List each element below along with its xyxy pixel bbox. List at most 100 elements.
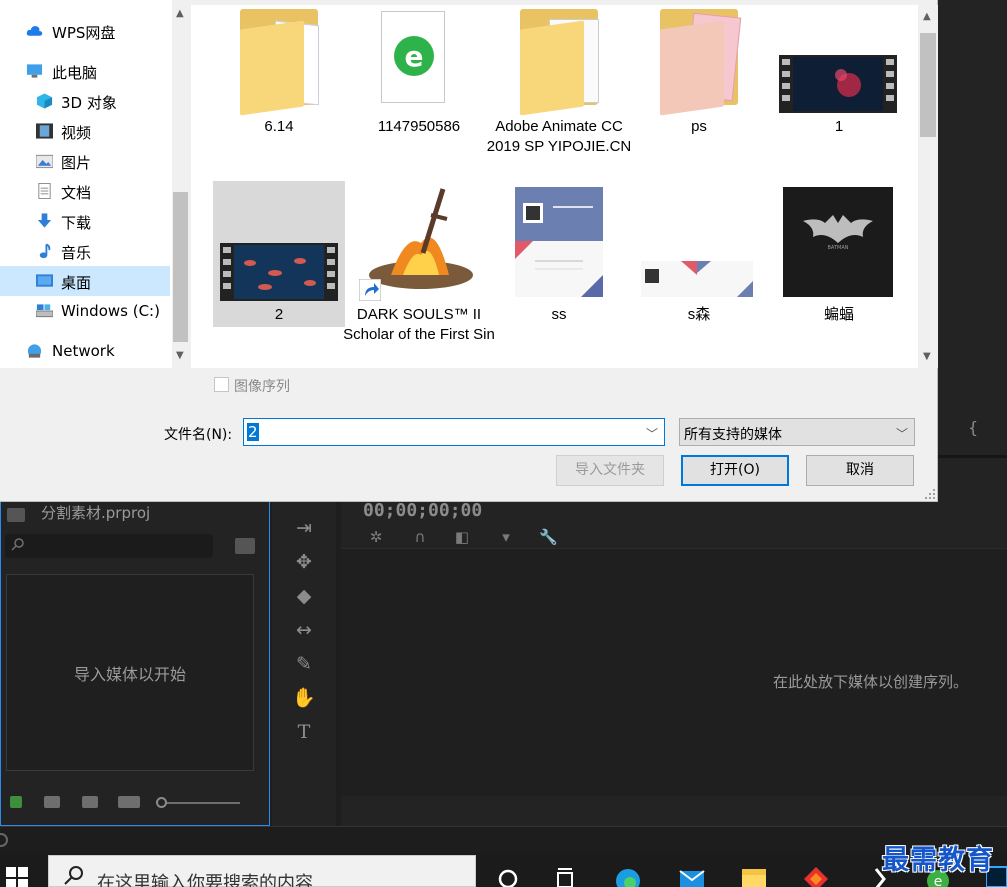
nav-item-3d-objects[interactable]: 3D 对象: [0, 86, 170, 116]
filename-input[interactable]: 2 ﹀: [243, 418, 665, 446]
timeline-drop-area[interactable]: 在此处放下媒体以创建序列。: [341, 548, 1007, 796]
nav-label: 此电脑: [52, 64, 98, 82]
cancel-button[interactable]: 取消: [806, 455, 914, 486]
type-tool-icon[interactable]: T: [292, 720, 316, 744]
file-tile-ps[interactable]: ps: [633, 5, 765, 135]
file-name: Adobe Animate CC 2019 SP YIPOJIE.CN: [486, 118, 632, 155]
file-name: 6.14: [264, 118, 294, 135]
desktop-icon: [36, 274, 53, 287]
resize-grip-icon[interactable]: [924, 488, 936, 500]
file-tile-6-14[interactable]: 6.14: [213, 5, 345, 135]
filetype-select[interactable]: 所有支持的媒体 ﹀: [679, 418, 915, 446]
task-view-icon[interactable]: [552, 863, 580, 887]
scroll-up-icon[interactable]: ▲: [923, 11, 931, 22]
file-tile-1[interactable]: 1: [773, 5, 905, 135]
office-app-icon[interactable]: [802, 863, 830, 887]
marker-icon[interactable]: ▾: [497, 528, 515, 546]
edge-icon[interactable]: [614, 863, 642, 887]
nav-item-music[interactable]: 音乐: [0, 236, 170, 266]
chevron-down-icon[interactable]: ﹀: [646, 425, 658, 442]
nav-label: Windows (C:): [61, 302, 160, 320]
pen-icon[interactable]: ✎: [292, 652, 316, 676]
taskbar-search-placeholder: 在这里输入你要搜索的内容: [97, 873, 313, 887]
file-tile-bat[interactable]: BATMAN 蝙蝠: [773, 181, 905, 327]
zoom-slider-track[interactable]: [156, 802, 240, 804]
timeline-panel[interactable]: 00;00;00;00 ✲ ∩ ◧ ▾ 🔧 在此处放下媒体以创建序列。: [341, 458, 1007, 826]
cortana-icon[interactable]: [494, 863, 522, 887]
file-tile-ss[interactable]: ss: [493, 181, 625, 327]
new-bin-icon[interactable]: [235, 538, 255, 554]
project-bottom-bar: [6, 794, 266, 812]
nav-item-downloads[interactable]: 下载: [0, 206, 170, 236]
nav-item-videos[interactable]: 视频: [0, 116, 170, 146]
filetype-value: 所有支持的媒体: [684, 427, 782, 443]
image-sequence-label: 图像序列: [234, 379, 290, 395]
mail-icon[interactable]: [678, 863, 706, 887]
cloud-icon: [26, 26, 43, 36]
nav-label: 音乐: [61, 244, 92, 262]
nav-label: 图片: [61, 154, 92, 172]
list-view-icon[interactable]: [44, 796, 60, 808]
scroll-down-icon[interactable]: ▼: [923, 351, 931, 362]
download-icon: [37, 213, 52, 228]
linked-selection-icon[interactable]: ◧: [453, 528, 471, 546]
file-tile-1147950586[interactable]: e 1147950586: [353, 5, 485, 135]
image-thumbnail-icon: [641, 261, 753, 297]
freeform-view-icon[interactable]: [118, 796, 140, 808]
scroll-down-icon[interactable]: ▼: [176, 350, 184, 361]
import-folder-button[interactable]: 导入文件夹: [556, 455, 664, 486]
project-search-input[interactable]: [5, 534, 213, 558]
image-sequence-checkbox[interactable]: [214, 377, 229, 392]
timecode[interactable]: 00;00;00;00: [363, 500, 482, 521]
nav-item-drive-c[interactable]: Windows (C:): [0, 296, 170, 326]
file-explorer-icon[interactable]: [740, 863, 768, 887]
nav-item-pictures[interactable]: 图片: [0, 146, 170, 176]
nav-item-documents[interactable]: 文档: [0, 176, 170, 206]
zoom-slider-knob[interactable]: [156, 797, 167, 808]
nav-item-wps-cloud[interactable]: WPS网盘: [0, 16, 170, 46]
nav-scroll-thumb[interactable]: [173, 192, 188, 342]
taskbar-search-box[interactable]: 在这里输入你要搜索的内容: [48, 855, 476, 887]
slip-icon[interactable]: ↔: [292, 618, 316, 642]
icon-view-icon[interactable]: [82, 796, 98, 808]
project-panel[interactable]: 分割素材.prproj 导入媒体以开始: [0, 458, 270, 826]
bracket-glyph: {: [968, 418, 979, 437]
file-name: s森: [687, 306, 711, 323]
nav-label: 文档: [61, 184, 92, 202]
razor-icon[interactable]: ◆: [292, 584, 316, 608]
nav-scrollbar[interactable]: ▲ ▼: [172, 0, 189, 368]
navigation-pane: WPS网盘 此电脑 3D 对象 视频 图片 文档 下载 音乐 桌面 Window…: [0, 0, 189, 368]
ripple-edit-icon[interactable]: ✥: [292, 550, 316, 574]
premiere-status-bar: [0, 826, 1007, 853]
scroll-up-icon[interactable]: ▲: [176, 8, 184, 19]
file-name: ps: [691, 118, 707, 135]
file-tile-dark-souls[interactable]: DARK SOULS™ II Scholar of the First Sin: [343, 181, 495, 361]
project-drop-area[interactable]: 导入媒体以开始: [6, 574, 254, 771]
hand-icon[interactable]: ✋: [292, 686, 316, 710]
file-tile-adobe-animate[interactable]: Adobe Animate CC 2019 SP YIPOJIE.CN: [487, 5, 631, 180]
video-thumbnail-icon: [779, 55, 897, 113]
wrench-icon[interactable]: 🔧: [539, 528, 558, 546]
file-name: 1147950586: [377, 118, 461, 135]
watermark: 最需教育: [882, 845, 994, 876]
file-name: 2: [274, 306, 284, 323]
open-button[interactable]: 打开(O): [681, 455, 789, 486]
track-select-icon[interactable]: ⇥: [292, 516, 316, 540]
pictures-folder-icon: [36, 154, 53, 169]
svg-text:e: e: [405, 40, 424, 73]
nav-item-desktop[interactable]: 桌面: [0, 266, 170, 296]
status-indicator: [0, 833, 8, 847]
nav-item-this-pc[interactable]: 此电脑: [0, 56, 170, 86]
snap-icon[interactable]: ∩: [411, 528, 429, 546]
file-scrollbar[interactable]: ▲ ▼: [918, 5, 938, 368]
file-scroll-thumb[interactable]: [920, 33, 936, 137]
file-tile-2[interactable]: 2: [213, 181, 345, 327]
project-empty-text: 导入媒体以开始: [73, 665, 186, 684]
file-tile-s-sen[interactable]: s森: [633, 181, 765, 327]
image-thumbnail-icon: BATMAN: [783, 187, 893, 297]
nest-icon[interactable]: ✲: [367, 528, 385, 546]
start-button[interactable]: [6, 867, 28, 887]
nav-item-network[interactable]: Network: [0, 336, 170, 366]
tools-panel: ⇥ ✥ ◆ ↔ ✎ ✋ T: [272, 458, 336, 826]
lock-icon[interactable]: [10, 796, 22, 808]
